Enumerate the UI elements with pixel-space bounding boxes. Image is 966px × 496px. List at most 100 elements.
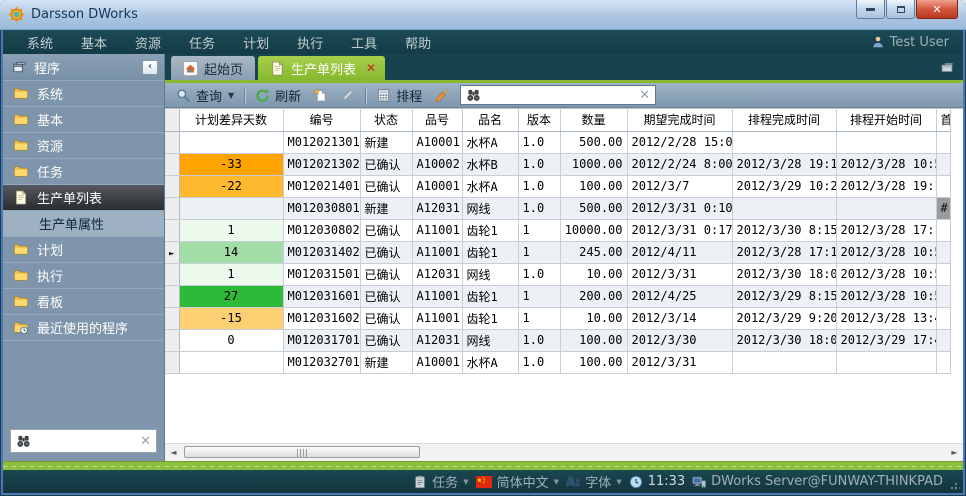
query-button[interactable]: 查询 ▼ bbox=[170, 84, 240, 107]
tab-close-icon[interactable]: ✕ bbox=[366, 61, 376, 75]
cell-qty[interactable]: 1000.00 bbox=[560, 153, 627, 175]
dropdown-caret-icon[interactable]: ▼ bbox=[228, 91, 234, 100]
sidebar-item[interactable]: 资源 bbox=[3, 133, 164, 159]
cell-sched_finish[interactable] bbox=[732, 197, 836, 219]
cell-code[interactable]: M012021401 bbox=[283, 175, 360, 197]
cell-qty[interactable]: 200.00 bbox=[560, 285, 627, 307]
cell-status[interactable]: 已确认 bbox=[360, 307, 412, 329]
cell-diff-days[interactable] bbox=[179, 131, 283, 153]
scroll-right-arrow[interactable]: ► bbox=[946, 444, 963, 461]
cell-item_no[interactable]: A12031 bbox=[412, 329, 462, 351]
sidebar-item[interactable]: 计划 bbox=[3, 237, 164, 263]
cell-item_name[interactable]: 齿轮1 bbox=[462, 285, 518, 307]
cell-extra[interactable] bbox=[936, 263, 950, 285]
cell-sched_start[interactable] bbox=[836, 131, 936, 153]
cell-version[interactable]: 1.0 bbox=[518, 131, 560, 153]
table-row[interactable]: 1M012030802已确认A11001齿轮1110000.002012/3/3… bbox=[165, 219, 950, 241]
schedule-button[interactable]: 排程 bbox=[370, 84, 428, 107]
tab-production-order-list[interactable]: 生产单列表 ✕ bbox=[258, 56, 385, 80]
cell-expected_finish[interactable]: 2012/3/31 bbox=[627, 351, 732, 373]
cell-version[interactable]: 1 bbox=[518, 219, 560, 241]
cell-extra[interactable] bbox=[936, 219, 950, 241]
statusbar-font-dropdown[interactable]: A: 字体 ▼ bbox=[566, 472, 622, 491]
sidebar-collapse-button[interactable]: ‹ bbox=[142, 60, 158, 75]
column-header-6[interactable]: 数量 bbox=[560, 109, 627, 131]
cell-extra[interactable] bbox=[936, 285, 950, 307]
cell-sched_start[interactable]: 2012/3/28 17:13 bbox=[836, 219, 936, 241]
column-header-4[interactable]: 品名 bbox=[462, 109, 518, 131]
cell-sched_start[interactable]: 2012/3/28 10:52 bbox=[836, 241, 936, 263]
cell-sched_start[interactable]: 2012/3/28 10:52 bbox=[836, 285, 936, 307]
table-row[interactable]: -33M012021302已确认A10002水杯B1.01000.002012/… bbox=[165, 153, 950, 175]
cell-expected_finish[interactable]: 2012/3/7 bbox=[627, 175, 732, 197]
cell-qty[interactable]: 100.00 bbox=[560, 351, 627, 373]
cell-version[interactable]: 1 bbox=[518, 285, 560, 307]
sidebar-item[interactable]: 最近使用的程序 bbox=[3, 315, 164, 341]
sidebar-item[interactable]: 系统 bbox=[3, 81, 164, 107]
cell-item_name[interactable]: 齿轮1 bbox=[462, 241, 518, 263]
cell-code[interactable]: M012030801 bbox=[283, 197, 360, 219]
cell-item_name[interactable]: 水杯B bbox=[462, 153, 518, 175]
horizontal-scrollbar[interactable]: ◄ ► bbox=[165, 443, 963, 461]
cell-status[interactable]: 已确认 bbox=[360, 285, 412, 307]
edit-button[interactable] bbox=[334, 86, 361, 105]
cell-item_no[interactable]: A10001 bbox=[412, 131, 462, 153]
toolbar-search-box[interactable]: ✕ bbox=[460, 85, 656, 105]
cell-expected_finish[interactable]: 2012/2/28 15:00 bbox=[627, 131, 732, 153]
cell-item_name[interactable]: 水杯A bbox=[462, 175, 518, 197]
sidebar-search-input[interactable] bbox=[36, 433, 135, 449]
cell-qty[interactable]: 245.00 bbox=[560, 241, 627, 263]
cell-item_no[interactable]: A10001 bbox=[412, 175, 462, 197]
cell-qty[interactable]: 100.00 bbox=[560, 329, 627, 351]
cell-qty[interactable]: 10.00 bbox=[560, 307, 627, 329]
column-header-7[interactable]: 期望完成时间 bbox=[627, 109, 732, 131]
cell-code[interactable]: M012021302 bbox=[283, 153, 360, 175]
cell-sched_finish[interactable]: 2012/3/30 18:00 bbox=[732, 329, 836, 351]
user-indicator[interactable]: Test User bbox=[871, 35, 953, 50]
cell-diff-days[interactable]: -15 bbox=[179, 307, 283, 329]
cell-expected_finish[interactable]: 2012/3/31 bbox=[627, 263, 732, 285]
cell-item_no[interactable]: A12031 bbox=[412, 197, 462, 219]
cell-item_no[interactable]: A10002 bbox=[412, 153, 462, 175]
close-button[interactable]: ✕ bbox=[916, 0, 958, 19]
cell-version[interactable]: 1.0 bbox=[518, 263, 560, 285]
menu-item-5[interactable]: 执行 bbox=[283, 30, 337, 55]
cell-diff-days[interactable] bbox=[179, 197, 283, 219]
cell-item_no[interactable]: A11001 bbox=[412, 241, 462, 263]
minimize-button[interactable] bbox=[856, 0, 885, 19]
scroll-left-arrow[interactable]: ◄ bbox=[165, 444, 182, 461]
cell-expected_finish[interactable]: 2012/3/14 bbox=[627, 307, 732, 329]
cell-sched_start[interactable]: 2012/3/28 10:52 bbox=[836, 153, 936, 175]
clean-button[interactable] bbox=[428, 86, 455, 105]
cell-diff-days[interactable]: 0 bbox=[179, 329, 283, 351]
cell-item_no[interactable]: A11001 bbox=[412, 285, 462, 307]
cell-status[interactable]: 已确认 bbox=[360, 241, 412, 263]
cell-extra[interactable] bbox=[936, 241, 950, 263]
table-row[interactable]: M012021301新建A10001水杯A1.0500.002012/2/28 … bbox=[165, 131, 950, 153]
cell-version[interactable]: 1 bbox=[518, 307, 560, 329]
cell-qty[interactable]: 10000.00 bbox=[560, 219, 627, 241]
table-row[interactable]: ►14M012031402已确认A11001齿轮11245.002012/4/1… bbox=[165, 241, 950, 263]
column-header-8[interactable]: 排程完成时间 bbox=[732, 109, 836, 131]
cell-item_name[interactable]: 水杯A bbox=[462, 351, 518, 373]
cell-item_no[interactable]: A11001 bbox=[412, 219, 462, 241]
cell-expected_finish[interactable]: 2012/4/25 bbox=[627, 285, 732, 307]
cell-item_no[interactable]: A11001 bbox=[412, 307, 462, 329]
cell-version[interactable]: 1.0 bbox=[518, 197, 560, 219]
new-button[interactable] bbox=[307, 86, 334, 105]
cell-extra[interactable] bbox=[936, 307, 950, 329]
cell-sched_finish[interactable]: 2012/3/29 10:20 bbox=[732, 175, 836, 197]
column-header-5[interactable]: 版本 bbox=[518, 109, 560, 131]
column-header-0[interactable]: 计划差异天数 bbox=[179, 109, 283, 131]
toolbar-search-input[interactable] bbox=[486, 87, 634, 103]
cell-status[interactable]: 已确认 bbox=[360, 329, 412, 351]
cell-status[interactable]: 新建 bbox=[360, 131, 412, 153]
cell-expected_finish[interactable]: 2012/3/31 0:17 bbox=[627, 219, 732, 241]
cell-status[interactable]: 已确认 bbox=[360, 219, 412, 241]
table-row[interactable]: -22M012021401已确认A10001水杯A1.0100.002012/3… bbox=[165, 175, 950, 197]
sidebar-item[interactable]: 生产单属性 bbox=[3, 211, 164, 237]
cell-status[interactable]: 已确认 bbox=[360, 175, 412, 197]
sidebar-item[interactable]: 生产单列表 bbox=[3, 185, 164, 211]
column-header-2[interactable]: 状态 bbox=[360, 109, 412, 131]
cell-extra[interactable] bbox=[936, 175, 950, 197]
